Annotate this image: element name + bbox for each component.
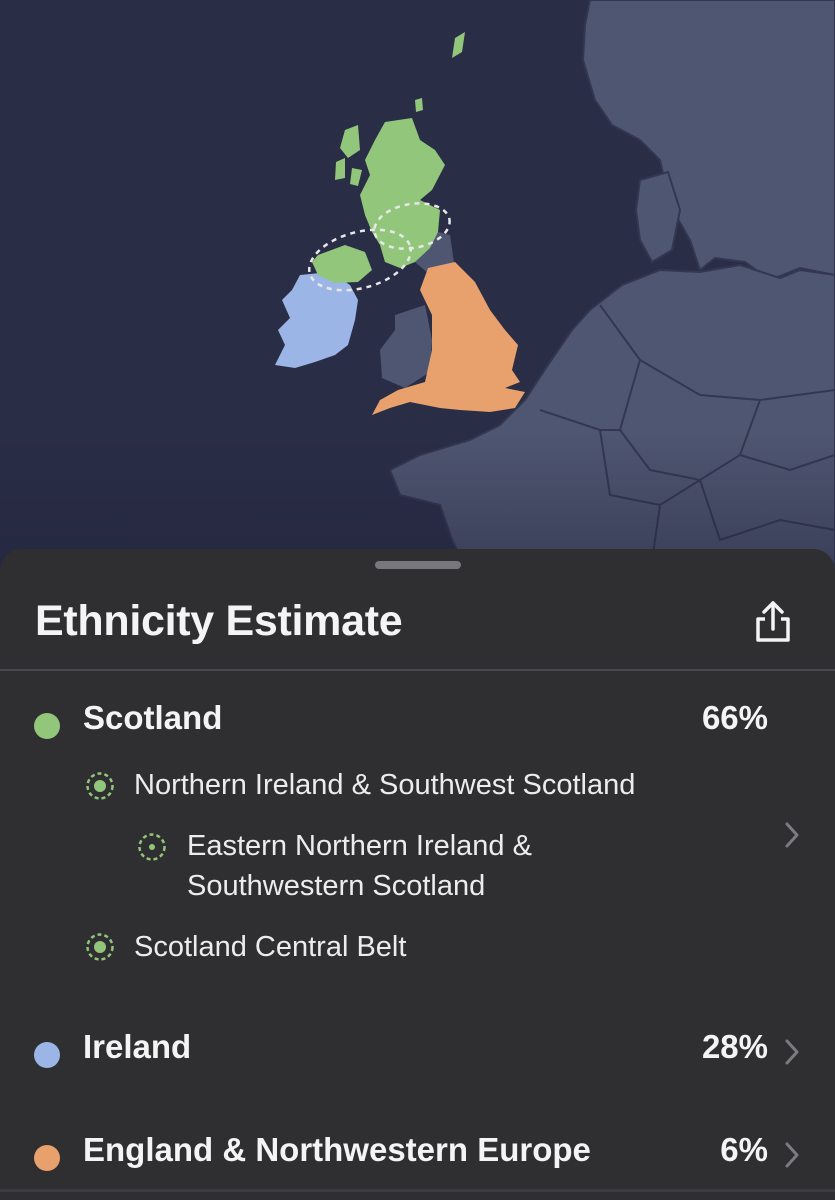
ethnicity-sheet: Ethnicity Estimate Scotland 66% Northern… [0,549,835,1200]
dashed-target-icon [138,833,166,861]
england-color-dot [34,1145,60,1171]
region-name: Scotland [83,699,223,736]
subregion-name[interactable]: Eastern Northern Ireland & Southwestern … [187,826,532,906]
region-percent: 6% [720,1131,768,1168]
region-row-england[interactable]: England & Northwestern Europe 6% [0,1131,835,1181]
list-bottom-divider [0,1189,835,1192]
sheet-title: Ethnicity Estimate [35,597,403,645]
region-row-scotland[interactable]: Scotland 66% Northern Ireland & Southwes… [0,699,835,999]
scotland-color-dot [34,713,60,739]
sheet-grabber[interactable] [375,561,461,569]
subregion-name-line1: Eastern Northern Ireland & [187,830,532,862]
subregion-name-line2: Southwestern Scotland [187,870,486,902]
chevron-right-icon[interactable] [784,821,800,849]
header-divider [0,669,835,671]
region-percent: 28% [701,1028,768,1065]
dashed-target-icon [86,772,114,800]
region-percent: 66% [701,699,768,736]
region-name: Ireland [83,1028,192,1065]
subregion-name: Northern Ireland & Southwest Scotland [134,769,636,801]
chevron-right-icon[interactable] [784,1141,800,1169]
region-name: England & Northwestern Europe [83,1131,591,1168]
ireland-color-dot [34,1042,60,1068]
subregion-name: Scotland Central Belt [134,931,407,963]
chevron-right-icon[interactable] [784,1038,800,1066]
region-row-ireland[interactable]: Ireland 28% [0,1028,835,1078]
share-icon[interactable] [752,599,794,645]
dashed-target-icon [86,933,114,961]
map-shade [0,0,835,575]
ethnicity-map[interactable] [0,0,835,575]
